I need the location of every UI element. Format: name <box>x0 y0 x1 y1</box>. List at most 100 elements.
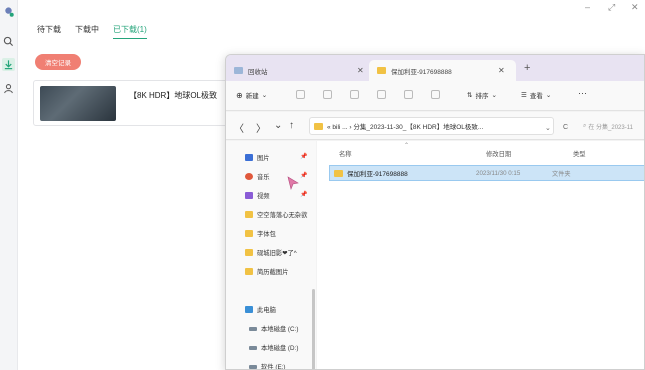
new-button[interactable]: ⊕ 新建 ⌄ <box>236 90 268 101</box>
pictures-icon <box>245 154 253 161</box>
file-type: 文件夹 <box>552 170 571 178</box>
forward-icon[interactable]: 〉 <box>256 120 266 135</box>
search-box[interactable]: ⌕ 在 分集_2023-11 <box>583 117 644 135</box>
videos-icon <box>245 192 253 199</box>
sort-icon: ⇅ <box>467 92 473 99</box>
folder-icon <box>245 268 253 275</box>
nav-item-drive-d[interactable]: 本地磁盘 (D:) <box>249 343 298 352</box>
folder-icon <box>377 67 386 74</box>
nav-item-label: 本地磁盘 (D:) <box>261 345 299 352</box>
file-explorer-window: 回收站 ✕ 保加利亚-917698888 ✕ + ⊕ 新建 ⌄ ⇅ 排序 ⌄ ☰… <box>225 54 645 370</box>
nav-item-label: 简历截图片 <box>257 269 289 276</box>
pin-icon[interactable]: 📌 <box>300 153 307 160</box>
nav-item-folder[interactable]: 空空落落心无杂欲 <box>245 210 307 219</box>
rename-icon[interactable] <box>377 90 386 99</box>
chevron-down-icon: ⌄ <box>545 92 552 99</box>
pin-icon[interactable]: 📌 <box>300 191 307 198</box>
up-arrow-icon[interactable]: ↑ <box>289 120 294 131</box>
refresh-icon[interactable]: C <box>563 124 568 131</box>
folder-icon <box>314 122 323 130</box>
nav-item-label: 字体包 <box>257 231 276 238</box>
sort-button[interactable]: ⇅ 排序 ⌄ <box>467 90 497 100</box>
explorer-tab-label: 保加利亚-917698888 <box>391 68 452 76</box>
minimize-button[interactable]: – <box>585 2 590 12</box>
download-item[interactable]: 【8K HDR】地球OL极致 <box>33 80 233 126</box>
search-placeholder: 在 分集_2023-11 <box>588 124 633 131</box>
search-icon[interactable] <box>2 35 15 48</box>
recycle-bin-icon <box>234 67 243 74</box>
address-bar[interactable]: « bili ... › 分集_2023-11-30_【8K HDR】地球OL极… <box>309 117 554 135</box>
new-button-label: 新建 <box>245 93 259 100</box>
nav-item-label: 软件 (E:) <box>261 364 286 370</box>
chevron-down-icon[interactable]: ⌄ <box>274 120 282 131</box>
delete-icon[interactable] <box>431 90 440 99</box>
chevron-down-icon: ⌄ <box>491 92 497 99</box>
tab-downloaded[interactable]: 已下载(1) <box>113 24 147 39</box>
explorer-tab-label: 回收站 <box>248 68 268 76</box>
back-icon[interactable]: 〈 <box>234 120 244 135</box>
nav-item-label: 空空落落心无杂欲 <box>257 212 308 219</box>
nav-item-folder[interactable]: 简历截图片 <box>245 267 288 276</box>
folder-icon <box>334 169 343 177</box>
cut-icon[interactable] <box>296 90 305 99</box>
file-list: ⌃ 名称 修改日期 类型 保加利亚-917698888 2023/11/30 0… <box>317 141 644 369</box>
close-tab-icon[interactable]: ✕ <box>498 66 505 75</box>
nav-item-drive-c[interactable]: 本地磁盘 (C:) <box>249 324 298 333</box>
chevron-down-icon: ⌄ <box>261 92 268 99</box>
view-icon: ☰ <box>521 92 527 99</box>
tab-pending[interactable]: 待下载 <box>37 24 61 39</box>
nav-item-this-pc[interactable]: 此电脑 <box>245 305 276 314</box>
navigation-pane: 图片 📌 音乐 📌 视频 📌 空空落落心无杂欲 字体包 砚城旧影❤了^ 简历截图… <box>226 141 316 370</box>
sort-button-label: 排序 <box>475 93 489 100</box>
nav-item-label: 视频 <box>257 193 270 200</box>
nav-item-videos[interactable]: 视频 <box>245 191 270 200</box>
view-button[interactable]: ☰ 查看 ⌄ <box>521 90 551 100</box>
explorer-tab-bulgaria[interactable]: 保加利亚-917698888 ✕ <box>369 60 516 81</box>
file-row[interactable]: 保加利亚-917698888 2023/11/30 0:15 文件夹 <box>329 165 644 181</box>
nav-pane-scrollbar[interactable] <box>312 289 315 369</box>
column-header-type[interactable]: 类型 <box>573 149 586 158</box>
paste-icon[interactable] <box>350 90 359 99</box>
explorer-toolbar: ⊕ 新建 ⌄ ⇅ 排序 ⌄ ☰ 查看 ⌄ ··· <box>226 81 644 111</box>
column-header-name[interactable]: 名称 <box>339 149 352 158</box>
folder-icon <box>245 211 253 218</box>
clear-records-button[interactable]: 清空记录 <box>35 54 81 70</box>
video-thumbnail <box>40 86 116 121</box>
view-button-label: 查看 <box>529 93 543 100</box>
plus-circle-icon: ⊕ <box>236 90 243 100</box>
more-options-button[interactable]: ··· <box>578 88 587 98</box>
copy-icon[interactable] <box>323 90 332 99</box>
nav-item-drive-e[interactable]: 软件 (E:) <box>249 362 286 370</box>
explorer-tab-bar: 回收站 ✕ 保加利亚-917698888 ✕ + <box>226 55 644 81</box>
search-icon: ⌕ <box>583 122 587 129</box>
nav-item-label: 图片 <box>257 155 270 162</box>
share-icon[interactable] <box>404 90 413 99</box>
music-icon <box>245 173 253 180</box>
nav-item-folder[interactable]: 砚城旧影❤了^ <box>245 248 297 257</box>
explorer-tab-recycle-bin[interactable]: 回收站 ✕ <box>226 60 369 81</box>
drive-icon <box>249 345 257 350</box>
new-tab-button[interactable]: + <box>524 62 530 74</box>
close-button[interactable]: ✕ <box>631 2 639 13</box>
address-dropdown-icon[interactable]: ⌄ <box>545 124 551 132</box>
nav-item-pictures[interactable]: 图片 <box>245 153 270 162</box>
drive-icon <box>249 326 257 331</box>
sort-arrow-icon: ⌃ <box>404 143 410 149</box>
maximize-button[interactable]: ⤢ <box>608 2 615 13</box>
pin-icon[interactable]: 📌 <box>300 172 307 179</box>
nav-item-label: 本地磁盘 (C:) <box>261 326 299 333</box>
computer-icon <box>245 306 253 313</box>
address-bar-row: 〈 〉 ⌄ ↑ « bili ... › 分集_2023-11-30_【8K H… <box>226 112 644 140</box>
download-tabs: 待下载 下载中 已下载(1) <box>37 24 147 39</box>
tab-downloading[interactable]: 下载中 <box>75 24 99 39</box>
column-header-modified[interactable]: 修改日期 <box>486 149 511 158</box>
download-icon[interactable] <box>2 58 15 71</box>
mouse-cursor-icon <box>287 176 299 190</box>
nav-item-folder[interactable]: 字体包 <box>245 229 276 238</box>
nav-item-music[interactable]: 音乐 <box>245 172 270 181</box>
close-tab-icon[interactable]: ✕ <box>357 66 364 75</box>
address-path: « bili ... › 分集_2023-11-30_【8K HDR】地球OL极… <box>327 124 484 131</box>
user-icon[interactable] <box>2 82 15 95</box>
folder-icon <box>245 249 253 256</box>
folder-icon <box>245 230 253 237</box>
